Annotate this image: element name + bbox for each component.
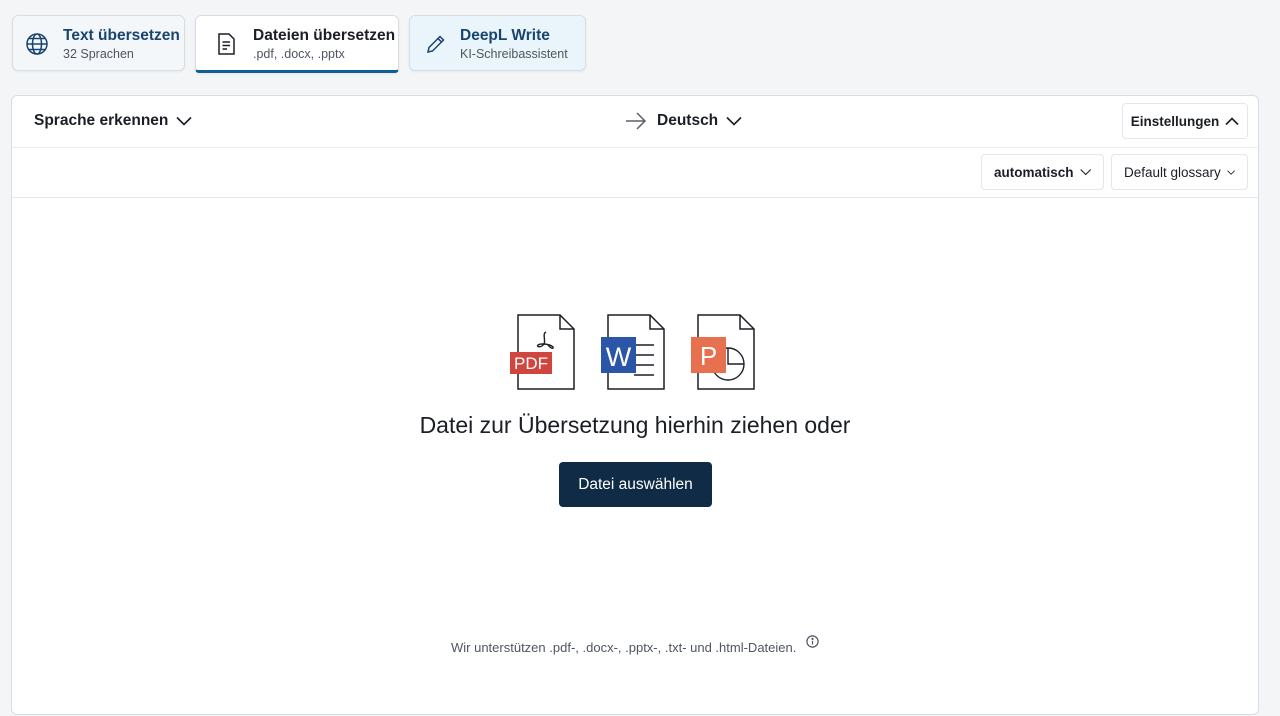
settings-button[interactable]: Einstellungen (1122, 103, 1248, 139)
glossary-value: Default glossary (1124, 164, 1221, 180)
tab-deepl-write[interactable]: DeepL Write KI-Schreibassistent (409, 15, 586, 71)
formality-value: automatisch (994, 164, 1074, 180)
choose-file-button[interactable]: Datei auswählen (559, 462, 712, 507)
tab-subtitle: 32 Sprachen (63, 47, 134, 61)
tab-text-translation[interactable]: Text übersetzen 32 Sprachen (12, 15, 185, 71)
chevron-down-icon (176, 116, 192, 126)
file-drop-zone[interactable]: PDF W P Datei zur Übersetzung hierhin zi… (12, 198, 1258, 716)
glossary-dropdown[interactable]: Default glossary (1111, 154, 1248, 190)
translator-panel: Sprache erkennen Deutsch Einstellungen a… (11, 95, 1259, 715)
chevron-down-icon (726, 116, 742, 126)
source-language-selector[interactable]: Sprache erkennen (34, 112, 192, 130)
file-type-icons: PDF W P (510, 314, 755, 390)
powerpoint-file-icon: P (691, 314, 755, 390)
tab-subtitle: KI-Schreibassistent (460, 47, 568, 61)
formality-dropdown[interactable]: automatisch (981, 154, 1104, 190)
svg-text:W: W (606, 342, 632, 372)
tab-title: DeepL Write (460, 27, 550, 44)
settings-label: Einstellungen (1130, 113, 1220, 129)
language-bar: Sprache erkennen Deutsch Einstellungen (12, 96, 1258, 148)
svg-text:P: P (700, 341, 717, 371)
chevron-up-icon (1225, 116, 1239, 125)
word-file-icon: W (601, 314, 665, 390)
options-bar: automatisch Default glossary (12, 147, 1258, 198)
supported-formats-note: Wir unterstützen .pdf-, .docx-, .pptx-, … (12, 635, 1258, 655)
tab-file-translation[interactable]: Dateien übersetzen .pdf, .docx, .pptx (195, 15, 399, 73)
target-language-label: Deutsch (657, 112, 719, 129)
document-icon (218, 33, 235, 55)
arrow-right-icon (626, 112, 647, 130)
tab-title: Dateien übersetzen (253, 27, 396, 44)
supported-formats-text: Wir unterstützen .pdf-, .docx-, .pptx-, … (451, 640, 797, 655)
globe-icon (26, 33, 48, 55)
pencil-icon (427, 35, 445, 53)
tab-title: Text übersetzen (63, 27, 180, 44)
chevron-down-icon (1227, 169, 1235, 175)
source-language-label: Sprache erkennen (34, 112, 169, 129)
svg-text:PDF: PDF (514, 354, 548, 373)
drop-prompt: Datei zur Übersetzung hierhin ziehen ode… (419, 412, 851, 438)
target-language-selector[interactable]: Deutsch (657, 112, 742, 130)
info-icon[interactable] (806, 635, 819, 648)
tab-subtitle: .pdf, .docx, .pptx (253, 47, 345, 61)
chevron-down-icon (1079, 169, 1091, 176)
pdf-file-icon: PDF (510, 314, 575, 390)
